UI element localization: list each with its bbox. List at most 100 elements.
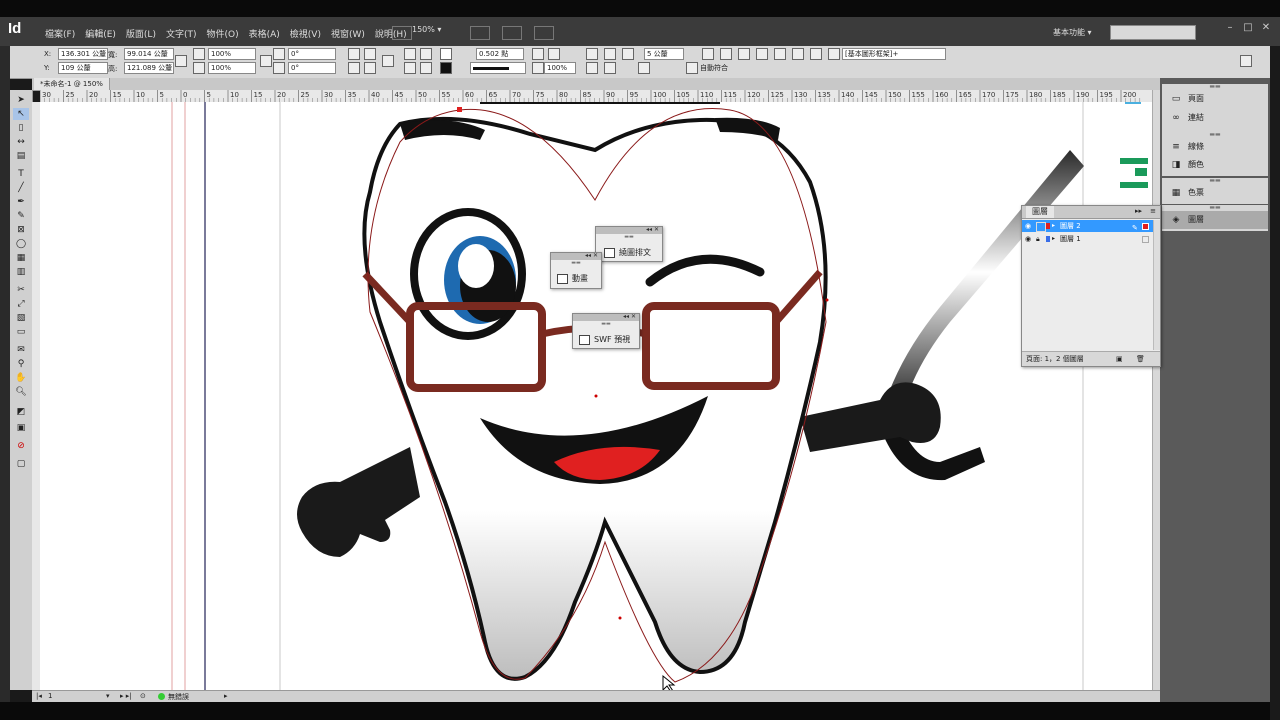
view-options-icon[interactable]: [470, 26, 490, 40]
zoom-select[interactable]: 150% ▾: [412, 25, 454, 39]
dock-item-layers[interactable]: ◈ 圖層: [1162, 211, 1268, 229]
page-dropdown-icon[interactable]: ▾: [106, 692, 110, 700]
screen-mode-icon[interactable]: [502, 26, 522, 40]
stroke-type-select[interactable]: [470, 62, 526, 74]
menu-view[interactable]: 檢視(V): [285, 25, 326, 42]
height-field[interactable]: 121.089 公釐: [124, 62, 174, 74]
preflight-status[interactable]: 無錯誤: [168, 692, 189, 702]
search-input[interactable]: [1110, 25, 1196, 40]
document-canvas[interactable]: [40, 102, 1152, 690]
flip-h-icon[interactable]: [348, 62, 360, 74]
arrange-documents-icon[interactable]: [534, 26, 554, 40]
maximize-icon[interactable]: □: [1242, 22, 1254, 34]
panel-header[interactable]: ◂◂ ✕: [551, 252, 601, 260]
text-wrap-icon[interactable]: [622, 48, 634, 60]
pen-tool-icon[interactable]: ✒: [13, 196, 29, 208]
panel-grip[interactable]: ▬▬: [573, 322, 639, 327]
preflight-menu-icon[interactable]: ▸: [224, 692, 228, 700]
gap-tool-icon[interactable]: ↔: [13, 136, 29, 148]
fill-frame-icon[interactable]: [604, 62, 616, 74]
minimize-icon[interactable]: –: [1224, 22, 1236, 34]
selection-tool-icon[interactable]: ➤: [13, 94, 29, 106]
distribute-icon[interactable]: [810, 48, 822, 60]
content-collector-icon[interactable]: ▤: [13, 150, 29, 162]
line-tool-icon[interactable]: ╱: [13, 182, 29, 194]
align-top-icon[interactable]: [756, 48, 768, 60]
eyedropper-tool-icon[interactable]: ⚲: [13, 358, 29, 370]
align-middle-icon[interactable]: [774, 48, 786, 60]
fx-icon[interactable]: [548, 48, 560, 60]
workspace-switcher[interactable]: 基本功能 ▾: [1053, 27, 1092, 38]
menu-window[interactable]: 視窗(W): [326, 25, 370, 42]
layer-name[interactable]: 圖層 1: [1060, 233, 1081, 245]
rectangle-frame-tool-icon[interactable]: ⊠: [13, 224, 29, 236]
gap-field[interactable]: 5 公釐: [644, 48, 684, 60]
rotate-ccw-icon[interactable]: [364, 48, 376, 60]
dock-item-color[interactable]: ◨ 顏色: [1162, 156, 1268, 174]
align-right-icon[interactable]: [738, 48, 750, 60]
select-next-icon[interactable]: [420, 62, 432, 74]
object-style-select[interactable]: [基本圖形框架]+: [842, 48, 946, 60]
selection-square[interactable]: [1142, 236, 1149, 243]
panel-header[interactable]: ◂◂ ✕: [596, 226, 662, 234]
layer-name[interactable]: 圖層 2: [1060, 220, 1081, 232]
drop-shadow-icon[interactable]: [532, 48, 544, 60]
pencil-tool-icon[interactable]: ✎: [13, 210, 29, 222]
rotate-field[interactable]: 0°: [288, 48, 336, 60]
fill-stroke-icon[interactable]: ◩: [13, 406, 29, 418]
menu-object[interactable]: 物件(O): [202, 25, 244, 42]
opacity-field[interactable]: 100%: [544, 62, 576, 74]
table-tool-icon[interactable]: ▥: [13, 266, 29, 278]
next-page-icon[interactable]: ▸ ▸|: [120, 692, 132, 700]
select-container-icon[interactable]: [404, 48, 416, 60]
hand-tool-icon[interactable]: ✋: [13, 372, 29, 384]
select-content-icon[interactable]: [420, 48, 432, 60]
close-icon[interactable]: ✕: [1260, 22, 1272, 34]
constrain-link-icon[interactable]: [175, 55, 187, 67]
free-transform-tool-icon[interactable]: ⤢: [13, 298, 29, 310]
lock-toggle[interactable]: [1036, 222, 1046, 232]
lightning-icon[interactable]: [1240, 55, 1252, 67]
panel-grip[interactable]: ▬▬: [596, 235, 662, 240]
anchor-point[interactable]: [457, 107, 462, 112]
select-prev-icon[interactable]: [404, 62, 416, 74]
gradient-tool-icon[interactable]: ▧: [13, 312, 29, 324]
scale-link-icon[interactable]: [260, 55, 272, 67]
align-center-icon[interactable]: [720, 48, 732, 60]
ellipse-tool-icon[interactable]: ◯: [13, 238, 29, 250]
selection-square[interactable]: [1142, 223, 1149, 230]
text-wrap-label[interactable]: 繞圖排文: [619, 248, 651, 257]
gradient-feather-tool-icon[interactable]: ▭: [13, 326, 29, 338]
stroke-weight-field[interactable]: 0.502 點: [476, 48, 524, 60]
dock-item-pages[interactable]: ▭ 頁面: [1162, 90, 1268, 108]
dock-item-links[interactable]: ∞ 連結: [1162, 109, 1268, 127]
type-tool-icon[interactable]: T: [13, 168, 29, 180]
zoom-tool-icon[interactable]: 🔍︎: [13, 386, 29, 398]
effects-icon[interactable]: [532, 62, 544, 74]
menu-layout[interactable]: 版面(L): [121, 25, 161, 42]
menu-table[interactable]: 表格(A): [244, 25, 285, 42]
x-field[interactable]: 136.301 公釐: [58, 48, 108, 60]
y-field[interactable]: 109 公釐: [58, 62, 108, 74]
scale-x-field[interactable]: 100%: [208, 48, 256, 60]
page-number[interactable]: 1: [48, 692, 52, 700]
menu-type[interactable]: 文字(T): [161, 25, 202, 42]
visibility-icon[interactable]: ◉: [1025, 235, 1031, 243]
swf-preview-label[interactable]: SWF 預視: [594, 335, 630, 344]
width-field[interactable]: 99.014 公釐: [124, 48, 174, 60]
scale-y-field[interactable]: 100%: [208, 62, 256, 74]
panel-header[interactable]: ◂◂ ✕: [573, 313, 639, 321]
delete-layer-icon[interactable]: 🗑︎: [1136, 352, 1145, 366]
scissors-tool-icon[interactable]: ✂: [13, 284, 29, 296]
screen-mode-tool-icon[interactable]: ▢: [13, 458, 29, 470]
menu-file[interactable]: 檔案(F): [40, 25, 80, 42]
stroke-swatch-icon[interactable]: [440, 62, 452, 74]
fit-content-icon[interactable]: [586, 48, 598, 60]
layer-row[interactable]: ◉ ▸ 圖層 2 ✎: [1022, 220, 1154, 232]
lock-icon[interactable]: 🔒︎: [1036, 235, 1044, 243]
align-left-icon[interactable]: [702, 48, 714, 60]
bridge-icon[interactable]: [392, 26, 412, 40]
apply-none-icon[interactable]: ⊘: [13, 440, 29, 452]
animation-label[interactable]: 動畫: [572, 274, 588, 283]
distribute-v-icon[interactable]: [828, 48, 840, 60]
